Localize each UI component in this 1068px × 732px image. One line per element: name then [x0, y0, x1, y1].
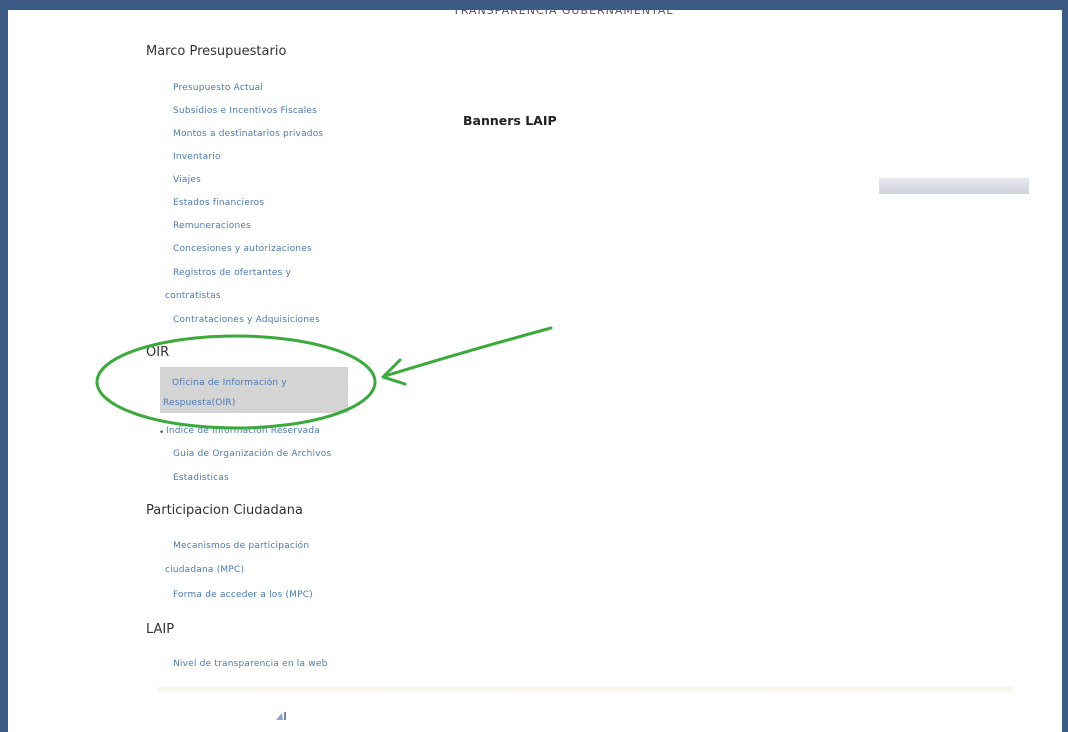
footer-divider [158, 687, 1013, 695]
nav-link-oficina-informacion-highlight[interactable]: Oficina de Información y Respuesta(OIR) [160, 367, 348, 413]
nav-link-remuneraciones[interactable]: Remuneraciones [173, 221, 251, 231]
banners-laip-title: Banners LAIP [463, 113, 557, 128]
nav-link-mecanismos-participacion[interactable]: Mecanismos de participación [173, 541, 309, 551]
section-heading-oir: OIR [146, 345, 170, 360]
nav-link-presupuesto-actual[interactable]: Presupuesto Actual [173, 83, 263, 93]
bullet-marker: • [159, 428, 165, 438]
section-heading-marco-presupuestario: Marco Presupuestario [146, 44, 287, 59]
nav-link-subsidios[interactable]: Subsidios e Incentivos Fiscales [173, 106, 317, 116]
nav-link-montos-destinatarios[interactable]: Montos a destinatarios privados [173, 129, 323, 139]
nav-link-guia-organizacion[interactable]: Guia de Organización de Archivos [173, 449, 331, 459]
nav-link-concesiones[interactable]: Concesiones y autorizaciones [173, 244, 312, 254]
nav-link-inventario[interactable]: Inventario [173, 152, 221, 162]
nav-link-viajes[interactable]: Viajes [173, 175, 201, 185]
section-heading-participacion-ciudadana: Participacion Ciudadana [146, 503, 303, 518]
browser-frame: TRANSPARENCIA GUBERNAMENTAL Marco Presup… [0, 0, 1068, 732]
nav-link-forma-acceder[interactable]: Forma de acceder a los (MPC) [173, 590, 313, 600]
nav-link-estadisticas[interactable]: Estadisticas [173, 473, 229, 483]
nav-link-registros-ofertantes[interactable]: Registros de ofertantes y [173, 268, 291, 278]
banner-placeholder-bar [879, 178, 1029, 194]
nav-link-nivel-transparencia[interactable]: Nivel de transparencia en la web [173, 659, 328, 669]
small-logo-icon [274, 710, 288, 725]
section-heading-laip: LAIP [146, 622, 175, 637]
nav-link-estados-financieros[interactable]: Estados financieros [173, 198, 264, 208]
nav-link-registros-ofertantes-cont[interactable]: contratistas [165, 291, 221, 301]
nav-link-oficina-informacion: Oficina de Información y [172, 378, 287, 388]
page-header-title-cut: TRANSPARENCIA GUBERNAMENTAL [453, 10, 674, 17]
nav-link-indice-reservada[interactable]: Indice de Informacion Reservada [166, 426, 320, 436]
nav-link-contrataciones[interactable]: Contrataciones y Adquisiciones [173, 315, 320, 325]
small-logo-icon-svg [276, 712, 286, 720]
nav-link-mecanismos-participacion-cont[interactable]: ciudadana (MPC) [165, 565, 244, 575]
nav-link-oficina-informacion-cont: Respuesta(OIR) [163, 398, 236, 408]
